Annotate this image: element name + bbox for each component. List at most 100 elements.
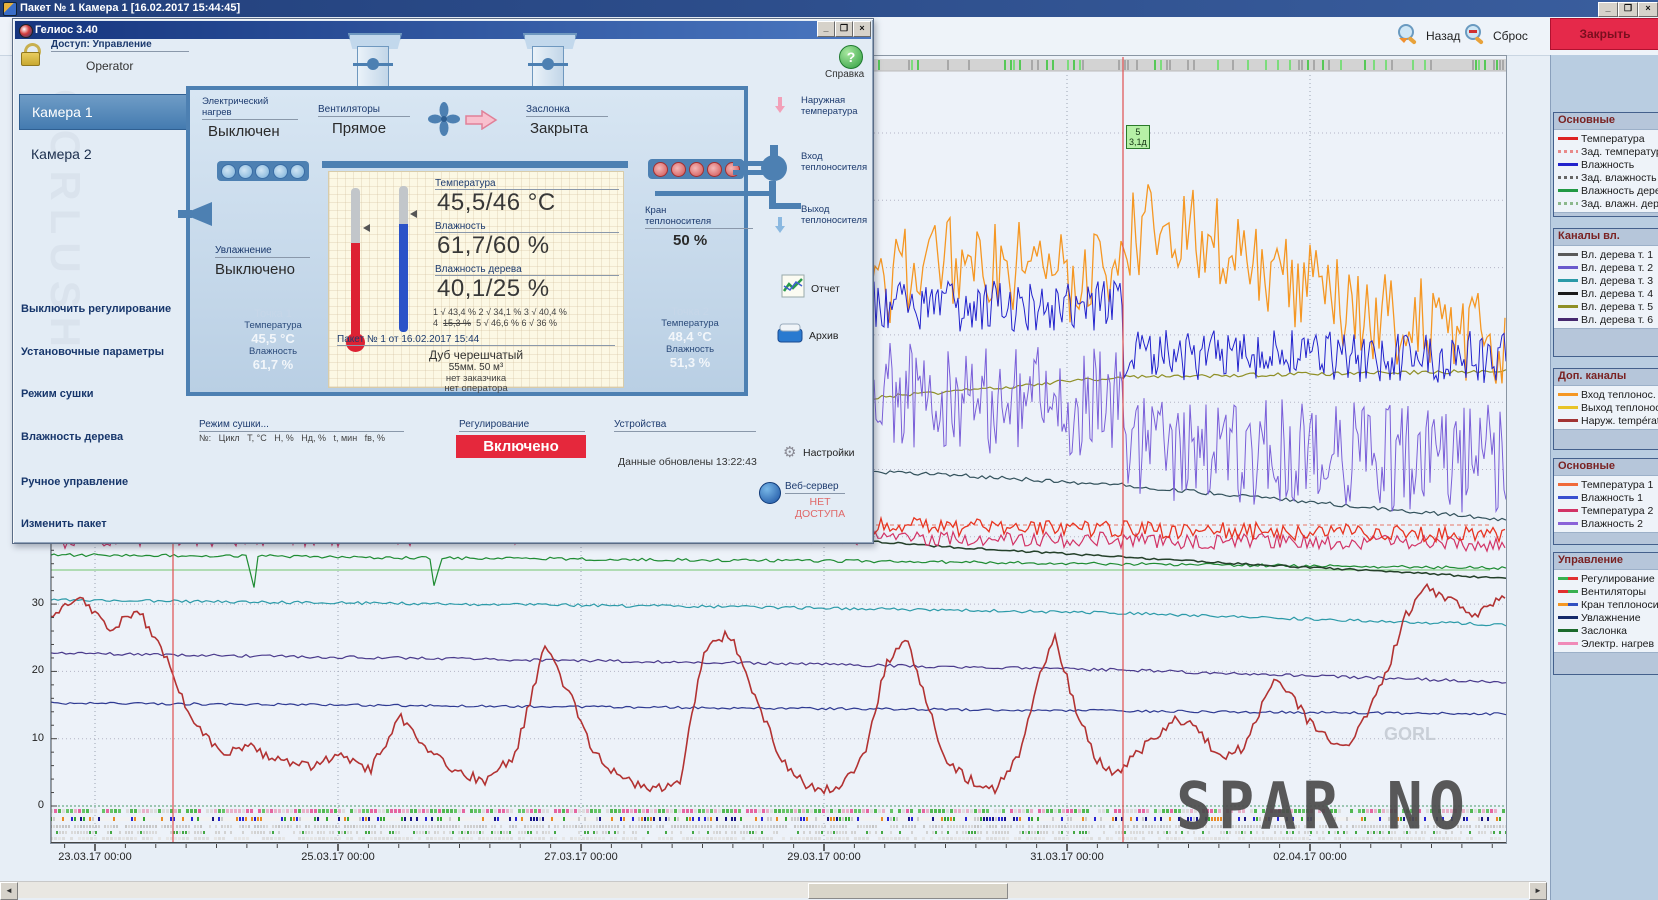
dialog-minimize-button[interactable]: _ [817,21,835,37]
legend-item[interactable]: Кран теплоносителя [1556,598,1658,611]
legend-item[interactable]: Вл. дерева т. 6 [1556,313,1658,326]
webserver-status: НЕТ ДОСТУПА [785,496,855,520]
legend-item[interactable]: Заслонка [1556,624,1658,637]
legend-label: Влажность дерева [1581,185,1658,197]
thermometer-wet-icon [399,186,408,332]
camera-2-button[interactable]: Камера 2 [19,143,191,165]
legend-item[interactable]: Вл. дерева т. 1 [1556,248,1658,261]
legend-item[interactable]: Электр. нагрев [1556,637,1658,650]
legend-item[interactable]: Температура [1556,132,1658,145]
legend-item[interactable]: Влажность 2 [1556,517,1658,530]
devices-link[interactable]: Устройства [614,419,756,432]
humidity-value: 61,7/60 % [437,232,550,260]
legend-swatch [1558,318,1578,321]
legend-item[interactable]: Вл. дерева т. 5 [1556,300,1658,313]
legend-item[interactable]: Вл. дерева т. 4 [1556,287,1658,300]
fans-group: Вентиляторы Прямое [318,104,410,137]
dialog-close-button[interactable]: × [853,21,871,37]
dialog-restore-button[interactable]: ❐ [835,21,853,37]
y-axis-label: 20 [20,664,44,676]
humidification-group: Увлажнение Выключено [215,245,310,278]
legend-item[interactable]: Влажность [1556,158,1658,171]
legend-label: Регулирование [1581,573,1655,585]
webserver-label: Веб-сервер [785,481,845,494]
exhaust-vent-icon [348,33,398,87]
legend-swatch [1558,137,1578,140]
menu-item-6[interactable]: Изменить пакет [21,518,196,530]
settings-label[interactable]: Настройки [803,447,855,459]
archive-button[interactable]: Архив [777,322,838,349]
batch-header: Пакет № 1 от 16.02.2017 15:44 [337,334,615,346]
legend-label: Вентиляторы [1581,586,1646,598]
legend-panel-5: УправлениеРегулированиеВентиляторыКран т… [1553,552,1658,675]
legend-item[interactable]: Влажность дерева [1556,184,1658,197]
legend-item[interactable]: Выход теплонос. [1556,401,1658,414]
legend-panel-title: Доп. каналы [1554,369,1658,386]
legend-item[interactable]: Зад. температура [1556,145,1658,158]
sensor4-invalid-value: 15,3 % [443,318,471,328]
drying-mode-link[interactable]: Режим сушки... [199,419,404,432]
annotation-line1: 5 [1129,127,1147,137]
legend-panel-title: Основные [1554,113,1658,130]
legend-panel-footer [1554,328,1658,356]
reset-button[interactable]: Сброс [1462,22,1528,49]
window-close-button[interactable]: × [1638,2,1658,17]
window-minimize-button[interactable]: _ [1598,2,1618,17]
legend-swatch [1558,590,1578,593]
magnifier-back-icon [1395,22,1421,49]
legend-panel-footer [1554,212,1658,216]
batch-size: 55мм. 50 м³ [329,362,623,373]
thermometer-dry-icon [351,188,360,338]
legend-item[interactable]: Вл. дерева т. 2 [1556,261,1658,274]
legend-item[interactable]: Вл. дерева т. 3 [1556,274,1658,287]
legend-item[interactable]: Увлажнение [1556,611,1658,624]
menu-item-5[interactable]: Ручное управление [21,476,196,488]
menu-item-1[interactable]: Выключить регулирование [21,303,196,315]
batch-operator: нет оператора [329,383,623,394]
electric-heating-label: Электрический нагрев [202,96,298,120]
lock-icon[interactable] [21,43,43,65]
webserver-globe-icon[interactable] [759,482,781,504]
archive-label: Архив [809,330,838,342]
regulation-label: Регулирование [459,419,585,432]
legend-item[interactable]: Наруж. température [1556,414,1658,427]
report-label: Отчет [811,283,840,295]
legend-label: Зад. температура [1581,146,1658,158]
legend-panel-title: Каналы вл. [1554,229,1658,246]
legend-swatch [1558,253,1578,256]
help-icon[interactable]: ? [839,45,863,69]
inlet-label: Входтеплоносителя [801,151,867,173]
legend-item[interactable]: Температура 1 [1556,478,1658,491]
helios-dialog[interactable]: GORLUSH Гелиос 3.40 _ ❐ × Доступ: Управл… [12,18,874,544]
regulation-status-button[interactable]: Включено [456,435,586,458]
scrollbar-thumb[interactable] [808,883,1008,899]
valve-value: 50 % [673,232,753,249]
menu-item-4[interactable]: Влажность дерева [21,431,196,443]
dialog-titlebar: Гелиос 3.40 [15,21,871,39]
outlet-label: Выходтеплоносителя [801,204,867,226]
point1-block: Точка 1 Температура 45,5 °C Влажность 61… [228,308,318,372]
legend-item[interactable]: Влажность 1 [1556,491,1658,504]
data-updated-label: Данные обновлены 13:22:43 [618,456,757,468]
legend-item[interactable]: Зад. влажн. дерева [1556,197,1658,210]
scroll-right-button[interactable]: ► [1529,882,1547,900]
legend-swatch [1558,509,1578,512]
scroll-left-button[interactable]: ◄ [0,882,18,900]
horizontal-scrollbar[interactable]: ◄ ► [0,881,1546,898]
legend-label: Вл. дерева т. 3 [1581,275,1653,287]
camera-1-button[interactable]: Камера 1 [19,94,193,130]
close-view-button[interactable]: Закрыть [1550,18,1658,50]
back-button[interactable]: Назад [1395,22,1460,49]
legend-item[interactable]: Регулирование [1556,572,1658,585]
legend-swatch [1558,292,1578,295]
menu-item-2[interactable]: Установочные параметры [21,346,196,358]
report-button[interactable]: Отчет [781,274,840,303]
window-restore-button[interactable]: ❐ [1618,2,1638,17]
legend-item[interactable]: Вход теплонос. [1556,388,1658,401]
legend-item[interactable]: Вентиляторы [1556,585,1658,598]
legend-item[interactable]: Температура 2 [1556,504,1658,517]
app-icon [3,2,17,16]
menu-item-3[interactable]: Режим сушки [21,388,196,400]
settings-icon[interactable]: ⚙ [783,443,796,461]
legend-item[interactable]: Зад. влажность [1556,171,1658,184]
